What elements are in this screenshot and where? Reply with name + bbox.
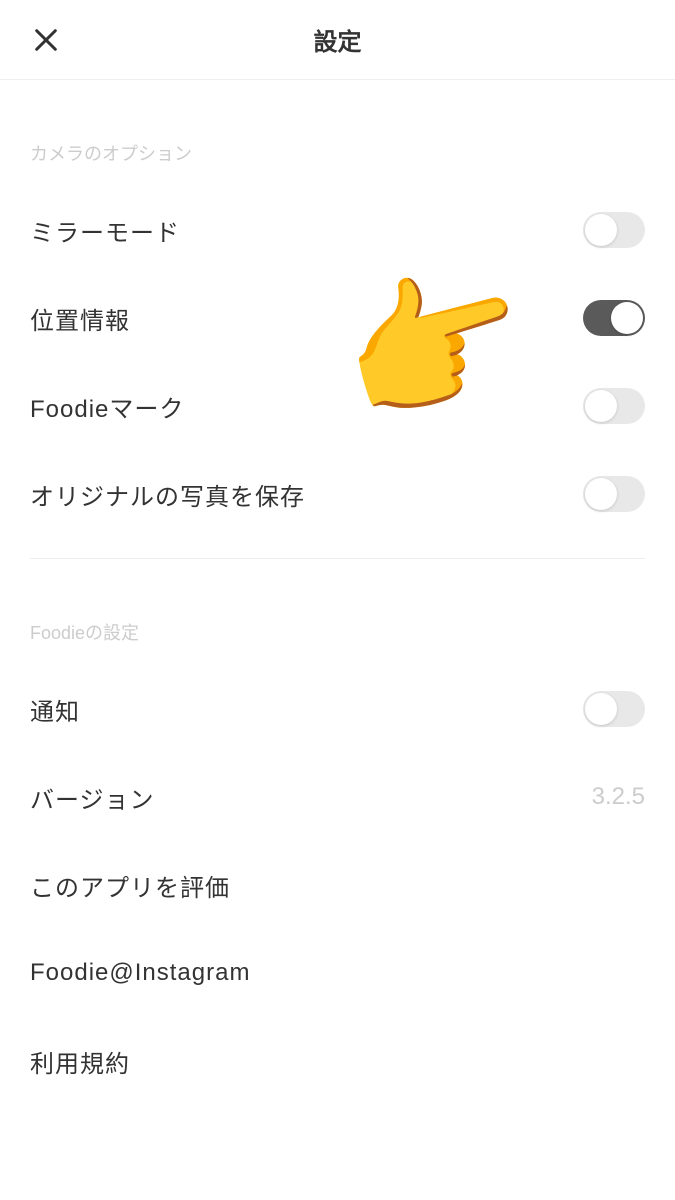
label-mirror-mode: ミラーモード <box>30 213 180 248</box>
toggle-save-original[interactable] <box>583 476 645 512</box>
section-foodie-settings: Foodieの設定 通知 バージョン 3.2.5 このアプリを評価 Foodie… <box>0 559 675 1105</box>
close-icon <box>32 26 60 54</box>
row-notifications: 通知 <box>30 665 645 753</box>
row-foodie-mark: Foodieマーク <box>30 362 645 450</box>
row-instagram[interactable]: Foodie@Instagram <box>30 929 645 1017</box>
row-mirror-mode: ミラーモード <box>30 186 645 274</box>
page-title: 設定 <box>314 22 362 57</box>
section-header-foodie: Foodieの設定 <box>30 559 645 665</box>
label-notifications: 通知 <box>30 692 80 727</box>
toggle-knob <box>585 478 617 510</box>
close-button[interactable] <box>30 24 62 56</box>
label-instagram: Foodie@Instagram <box>30 959 250 987</box>
toggle-knob <box>585 693 617 725</box>
row-version: バージョン 3.2.5 <box>30 753 645 841</box>
label-rate-app: このアプリを評価 <box>30 868 230 903</box>
toggle-knob <box>585 390 617 422</box>
toggle-mirror-mode[interactable] <box>583 212 645 248</box>
toggle-location[interactable] <box>583 300 645 336</box>
label-foodie-mark: Foodieマーク <box>30 389 184 424</box>
label-location: 位置情報 <box>30 301 130 336</box>
row-save-original: オリジナルの写真を保存 <box>30 450 645 538</box>
toggle-knob <box>585 214 617 246</box>
toggle-notifications[interactable] <box>583 691 645 727</box>
toggle-foodie-mark[interactable] <box>583 388 645 424</box>
row-terms[interactable]: 利用規約 <box>30 1017 645 1105</box>
section-camera-options: カメラのオプション ミラーモード 位置情報 Foodieマーク オリジナルの写真… <box>0 80 675 538</box>
toggle-knob <box>611 302 643 334</box>
section-header-camera: カメラのオプション <box>30 80 645 186</box>
row-rate-app[interactable]: このアプリを評価 <box>30 841 645 929</box>
value-version: 3.2.5 <box>592 783 645 811</box>
row-location: 位置情報 <box>30 274 645 362</box>
label-terms: 利用規約 <box>30 1044 130 1079</box>
label-save-original: オリジナルの写真を保存 <box>30 477 305 512</box>
header: 設定 <box>0 0 675 80</box>
label-version: バージョン <box>30 780 155 815</box>
